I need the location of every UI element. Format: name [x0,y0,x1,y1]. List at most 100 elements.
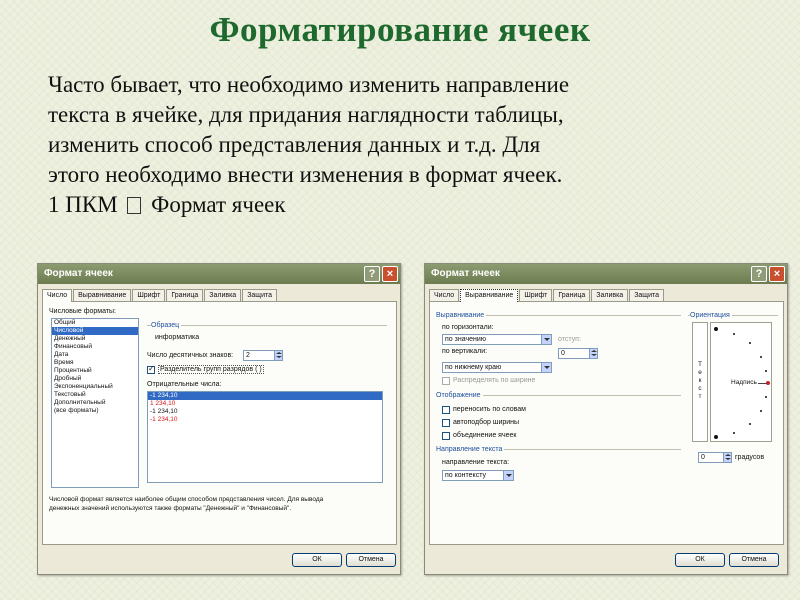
tab-border[interactable]: Граница [166,289,204,301]
horizontal-label: по горизонтали: [442,324,494,331]
format-cells-dialog-number: Формат ячеек ? × Число Выравнивание Шриф… [37,263,401,575]
dial-marker [733,432,735,434]
vertical-text-char: Т [698,361,702,368]
wrap-label: переносить по словам [453,406,526,413]
vertical-text-box[interactable]: Т е к с т [692,322,708,442]
description-line: Числовой формат является наиболее общим … [49,496,324,503]
list-item[interactable]: Экспоненциальный [52,383,138,391]
indent-value: 0 [561,350,565,357]
list-item[interactable]: Дробный [52,375,138,383]
tab-border[interactable]: Граница [553,289,591,301]
horizontal-value: по значению [445,336,487,343]
tab-fill[interactable]: Заливка [591,289,629,301]
dialog-titlebar[interactable]: Формат ячеек [425,264,787,284]
dial-marker [714,435,718,439]
list-item[interactable]: Текстовый [52,391,138,399]
list-item[interactable]: Дополнительный [52,399,138,407]
dial-marker [760,356,762,358]
formats-list[interactable]: Общий Числовой Денежный Финансовый Дата … [51,318,139,488]
ok-button[interactable]: ОК [292,553,342,567]
tab-font[interactable]: Шрифт [132,289,166,301]
tab-font[interactable]: Шрифт [519,289,553,301]
list-item[interactable]: Общий [52,319,138,327]
dial-marker [714,327,718,331]
horizontal-select[interactable]: по значению [442,334,552,345]
direction-select[interactable]: по контексту [442,470,514,481]
autofit-label: автоподбор ширины [453,419,520,426]
merge-checkbox[interactable] [442,432,450,440]
chevron-down-icon[interactable] [541,335,551,344]
dial-line [758,383,767,384]
tab-protection[interactable]: Защита [242,289,277,301]
dialog-title: Формат ячеек [431,268,500,279]
degrees-value: 0 [701,454,705,461]
list-item[interactable]: Денежный [52,335,138,343]
orientation-dial[interactable]: Надпись [710,322,772,442]
chevron-down-icon[interactable] [503,471,513,480]
close-icon[interactable]: × [769,266,785,282]
decimals-label: Число десятичных знаков: [147,352,234,359]
list-item[interactable]: Время [52,359,138,367]
distribute-checkbox[interactable] [442,377,450,385]
display-group-label: Отображение [436,392,483,399]
list-item[interactable]: -1 234,10 [148,408,382,416]
help-icon[interactable]: ? [751,266,767,282]
list-item[interactable]: (все форматы) [52,407,138,415]
autofit-checkbox[interactable] [442,419,450,427]
dial-marker [733,333,735,335]
dial-marker [760,410,762,412]
list-item[interactable]: Числовой [52,327,138,335]
tab-alignment[interactable]: Выравнивание [460,289,519,302]
tab-number[interactable]: Число [42,289,73,302]
cancel-button[interactable]: Отмена [729,553,779,567]
tab-alignment[interactable]: Выравнивание [73,289,132,301]
list-item[interactable]: -1 234,10 [148,416,382,424]
degrees-label: градусов [735,454,765,461]
tab-bar: Число Выравнивание Шрифт Граница Заливка… [42,288,278,302]
vertical-text-char: с [698,385,702,392]
dialog-titlebar[interactable]: Формат ячеек [38,264,400,284]
orientation-group-label: Ориентация [690,312,732,319]
slide-paragraph: Часто бывает, что необходимо изменить на… [48,70,768,220]
negative-list[interactable]: -1 234,10 1 234,10 -1 234,10 -1 234,10 [147,391,383,483]
close-icon[interactable]: × [382,266,398,282]
wrap-checkbox[interactable] [442,406,450,414]
dial-marker [749,423,751,425]
paragraph-line: изменить способ представления данных и т… [48,132,541,157]
tab-number[interactable]: Число [429,289,460,301]
help-icon[interactable]: ? [364,266,380,282]
list-item[interactable]: Процентный [52,367,138,375]
paragraph-line: Часто бывает, что необходимо изменить на… [48,72,570,97]
spin-icon[interactable] [723,453,731,462]
direction-group-label: Направление текста [436,446,505,453]
indent-stepper[interactable]: 0 [558,348,598,359]
sample-value: информатика [155,334,200,341]
sample-label: Образец [151,322,182,329]
ok-button[interactable]: ОК [675,553,725,567]
align-group-label: Выравнивание [436,312,487,319]
vertical-text-char: к [698,377,702,384]
step-suffix: Формат ячеек [151,192,286,217]
spin-icon[interactable] [589,349,597,358]
list-item[interactable]: -1 234,10 [148,392,382,400]
decimals-stepper[interactable]: 2 [243,350,283,361]
separator-checkbox[interactable] [147,364,155,374]
vertical-value: по нижнему краю [445,364,502,371]
tab-protection[interactable]: Защита [629,289,664,301]
list-item[interactable]: Дата [52,351,138,359]
chevron-down-icon[interactable] [541,363,551,372]
list-item[interactable]: 1 234,10 [148,400,382,408]
list-item[interactable]: Финансовый [52,343,138,351]
spin-icon[interactable] [274,351,282,360]
step-line: 1 ПКМ Формат ячеек [48,190,768,220]
tab-fill[interactable]: Заливка [204,289,242,301]
dialog-title: Формат ячеек [44,268,113,279]
dial-marker [765,396,767,398]
vertical-text-char: е [698,369,702,376]
number-panel: Числовые форматы: Общий Числовой Денежны… [42,301,397,545]
slide-title: Форматирование ячеек [209,10,591,49]
degrees-stepper[interactable]: 0 [698,452,732,463]
vertical-select[interactable]: по нижнему краю [442,362,552,373]
cancel-button[interactable]: Отмена [346,553,396,567]
indent-label: отступ: [558,336,581,343]
